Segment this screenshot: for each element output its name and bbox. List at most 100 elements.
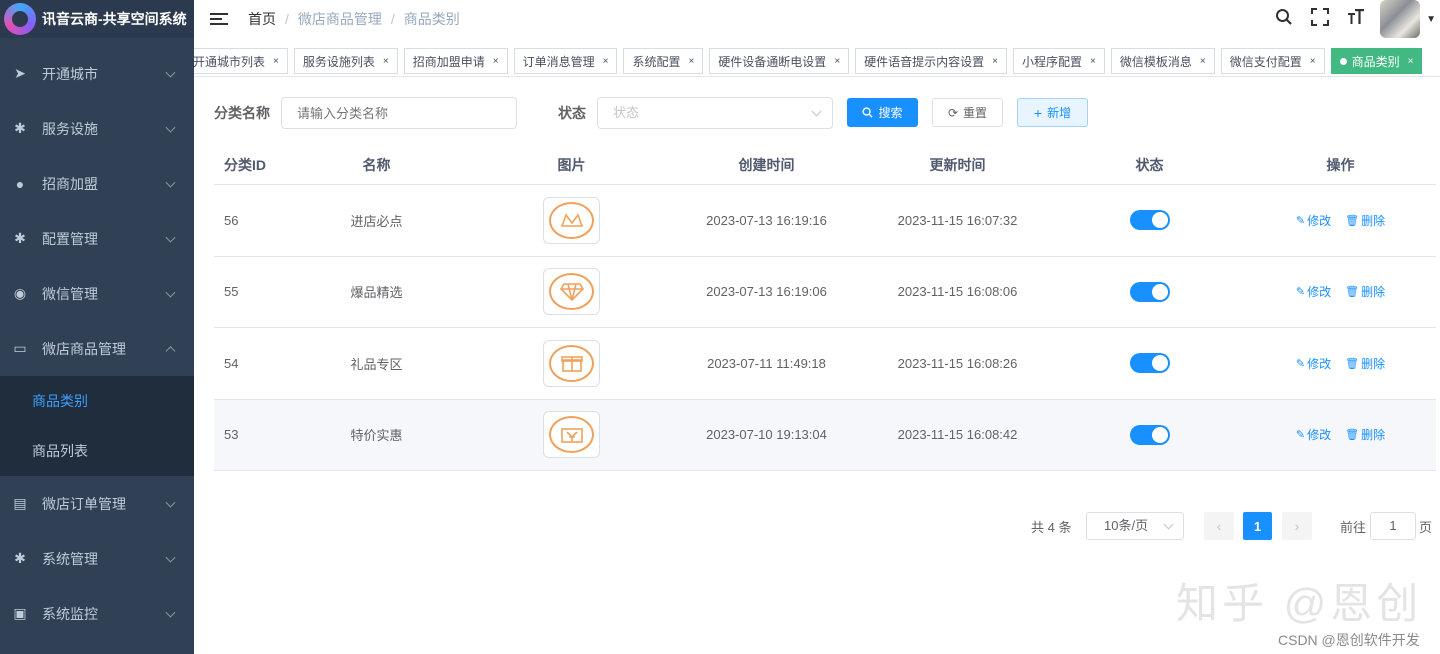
close-icon[interactable]: × bbox=[992, 56, 998, 67]
close-icon[interactable]: × bbox=[1200, 56, 1206, 67]
reset-button[interactable]: ⟳ 重置 bbox=[932, 98, 1003, 127]
sidebar-item-wechat[interactable]: ◉ 微信管理 bbox=[0, 266, 194, 321]
tag-item[interactable]: 招商加盟申请 × bbox=[403, 48, 508, 74]
tag-item[interactable]: 系统配置 × bbox=[623, 48, 704, 74]
tag-item[interactable]: 开通城市列表 × bbox=[194, 48, 288, 74]
status-select[interactable]: 状态 bbox=[597, 97, 833, 129]
column-header-actions: 操作 bbox=[1326, 157, 1355, 173]
search-icon[interactable] bbox=[1266, 8, 1302, 31]
sidebar-item-goods-list[interactable]: 商品列表 bbox=[0, 426, 194, 476]
close-icon[interactable]: × bbox=[383, 56, 389, 67]
font-size-icon[interactable] bbox=[1338, 8, 1374, 31]
category-thumbnail[interactable] bbox=[543, 411, 600, 459]
logo-icon bbox=[4, 3, 36, 35]
category-thumbnail[interactable] bbox=[543, 339, 600, 387]
search-button[interactable]: 搜索 bbox=[847, 98, 918, 127]
caret-down-icon[interactable]: ▼ bbox=[1426, 14, 1436, 25]
tag-item[interactable]: 订单消息管理 × bbox=[513, 48, 618, 74]
close-icon[interactable]: × bbox=[1090, 56, 1096, 67]
tag-item[interactable]: 硬件语音提示内容设置 × bbox=[855, 48, 1008, 74]
close-icon[interactable]: × bbox=[688, 56, 694, 67]
tag-label: 系统配置 bbox=[632, 54, 681, 69]
cell-id: 56 bbox=[224, 212, 239, 228]
tag-item[interactable]: 微信支付配置 × bbox=[1220, 48, 1325, 74]
delete-link[interactable]: 🗑 删除 bbox=[1345, 355, 1385, 372]
sidebar-item-cities[interactable]: ➤ 开通城市 bbox=[0, 46, 194, 101]
add-button[interactable]: + 新增 bbox=[1017, 98, 1088, 127]
top-navbar: 首页 / 微店商品管理 / 商品类别 ▼ bbox=[194, 0, 1440, 38]
breadcrumb-separator: / bbox=[390, 11, 395, 27]
gear-icon: ✱ bbox=[14, 120, 26, 136]
sidebar-item-shop-orders[interactable]: ▤ 微店订单管理 bbox=[0, 476, 194, 531]
monitor-icon: ▣ bbox=[13, 605, 27, 621]
breadcrumb: 首页 / 微店商品管理 / 商品类别 bbox=[248, 9, 460, 29]
hamburger-icon[interactable] bbox=[210, 13, 228, 25]
chevron-down-icon bbox=[165, 67, 176, 78]
tag-item[interactable]: 小程序配置 × bbox=[1013, 48, 1105, 74]
chevron-left-icon: ‹ bbox=[1216, 518, 1222, 534]
breadcrumb-home[interactable]: 首页 bbox=[248, 9, 276, 29]
cell-id: 53 bbox=[224, 427, 239, 443]
sidebar-item-label: 微店商品管理 bbox=[42, 340, 126, 357]
tag-label: 小程序配置 bbox=[1022, 54, 1083, 69]
tag-item[interactable]: 微信模板消息 × bbox=[1110, 48, 1215, 74]
page-suffix: 页 bbox=[1419, 519, 1433, 535]
edit-link[interactable]: ✎ 修改 bbox=[1296, 355, 1331, 372]
page-size-select[interactable]: 10条/页 bbox=[1086, 512, 1184, 540]
close-icon[interactable]: × bbox=[834, 56, 840, 67]
column-header-updated: 更新时间 bbox=[929, 157, 986, 173]
delete-label: 删除 bbox=[1361, 285, 1386, 300]
close-icon[interactable]: × bbox=[1310, 56, 1316, 67]
search-form: 分类名称 状态 状态 搜索 ⟳ 重置 + 新增 bbox=[214, 97, 1414, 129]
goto-page-input[interactable]: 1 bbox=[1370, 512, 1416, 540]
page-number-current[interactable]: 1 bbox=[1243, 512, 1272, 540]
tag-item[interactable]: 服务设施列表 × bbox=[293, 48, 398, 74]
category-thumbnail[interactable] bbox=[543, 196, 600, 244]
tag-label: 招商加盟申请 bbox=[412, 54, 485, 69]
tag-label: 开通城市列表 bbox=[194, 54, 266, 69]
diamond-icon bbox=[549, 273, 594, 311]
sidebar-item-franchise[interactable]: ● 招商加盟 bbox=[0, 156, 194, 211]
status-toggle[interactable] bbox=[1129, 210, 1170, 231]
csdn-watermark: CSDN @恩创软件开发 bbox=[1278, 632, 1420, 648]
status-toggle[interactable] bbox=[1129, 281, 1170, 302]
next-page-button[interactable]: › bbox=[1282, 512, 1312, 540]
chevron-down-icon bbox=[165, 497, 176, 508]
tag-item[interactable]: 硬件设备通断电设置 × bbox=[709, 48, 850, 74]
tag-item-active[interactable]: 商品类别 × bbox=[1330, 48, 1423, 74]
status-toggle[interactable] bbox=[1129, 424, 1170, 445]
cell-created: 2023-07-13 16:19:16 bbox=[706, 212, 827, 228]
sidebar-item-facilities[interactable]: ✱ 服务设施 bbox=[0, 101, 194, 156]
delete-link[interactable]: 🗑 删除 bbox=[1345, 212, 1385, 229]
edit-link[interactable]: ✎ 修改 bbox=[1296, 283, 1331, 300]
edit-link[interactable]: ✎ 修改 bbox=[1296, 212, 1331, 229]
status-label: 状态 bbox=[558, 105, 586, 121]
sidebar-item-label: 系统管理 bbox=[42, 550, 98, 567]
pagination-total: 共 4 条 bbox=[1031, 519, 1072, 535]
app-logo[interactable]: 讯音云商-共享空间系统 bbox=[0, 0, 194, 38]
close-icon[interactable]: × bbox=[1408, 56, 1414, 67]
category-thumbnail[interactable] bbox=[543, 268, 600, 316]
prev-page-button[interactable]: ‹ bbox=[1204, 512, 1234, 540]
close-icon[interactable]: × bbox=[273, 56, 279, 67]
sidebar-item-config[interactable]: ✱ 配置管理 bbox=[0, 211, 194, 266]
gift-icon bbox=[549, 344, 594, 382]
sidebar-item-system[interactable]: ✱ 系统管理 bbox=[0, 531, 194, 586]
close-icon[interactable]: × bbox=[603, 56, 609, 67]
fullscreen-icon[interactable] bbox=[1302, 7, 1338, 31]
chevron-down-icon bbox=[1163, 519, 1174, 530]
category-name-input[interactable] bbox=[281, 97, 517, 129]
chevron-down-icon bbox=[811, 106, 822, 117]
edit-link[interactable]: ✎ 修改 bbox=[1296, 426, 1331, 443]
sidebar-item-goods-category[interactable]: 商品类别 bbox=[0, 376, 194, 426]
cell-created: 2023-07-11 11:49:18 bbox=[707, 355, 826, 371]
user-avatar[interactable] bbox=[1380, 0, 1421, 38]
sidebar-item-shop-goods[interactable]: ▭ 微店商品管理 bbox=[0, 321, 194, 376]
status-toggle[interactable] bbox=[1129, 353, 1170, 374]
table-row: 56 进店必点 2023-07-13 16:19:16 2023-11-15 16:0… bbox=[214, 185, 1436, 257]
category-name-label: 分类名称 bbox=[214, 105, 270, 121]
delete-link[interactable]: 🗑 删除 bbox=[1345, 283, 1385, 300]
sidebar-item-monitor[interactable]: ▣ 系统监控 bbox=[0, 586, 194, 641]
close-icon[interactable]: × bbox=[493, 56, 499, 67]
delete-link[interactable]: 🗑 删除 bbox=[1345, 426, 1385, 443]
